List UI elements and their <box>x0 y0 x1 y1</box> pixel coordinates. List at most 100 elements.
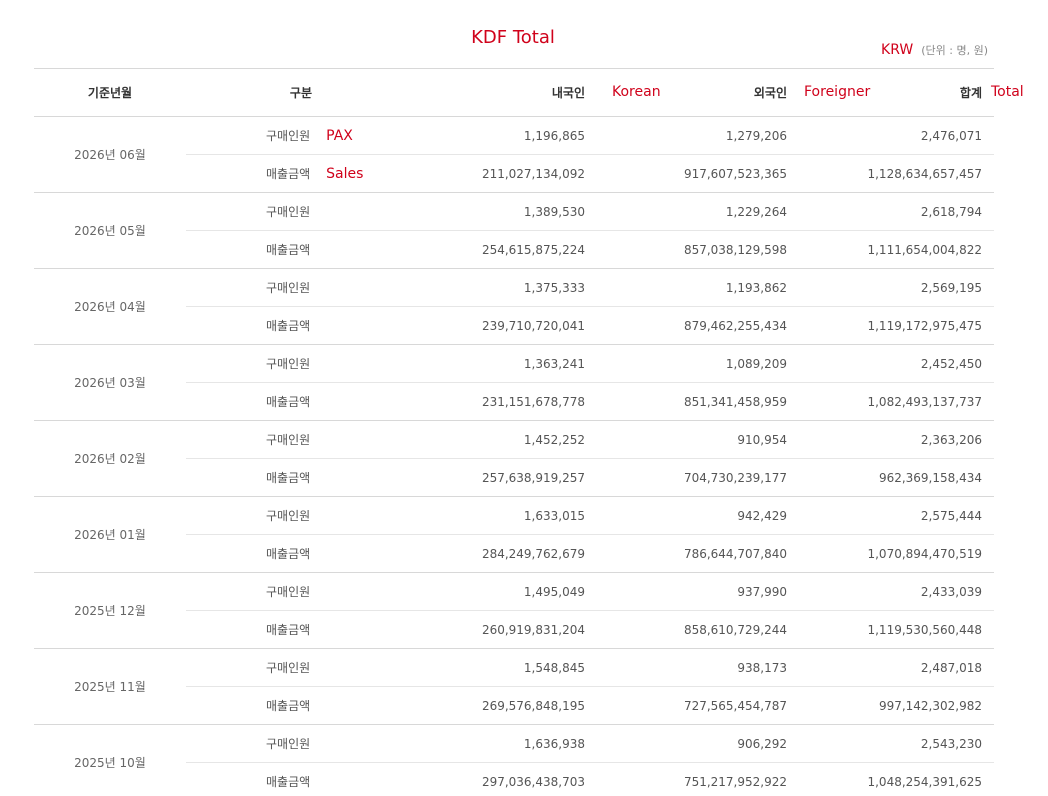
month-cell: 2026년 01월 <box>34 496 186 573</box>
total-value: 2,487,018 <box>799 648 994 687</box>
type-cell: 매출금액 <box>186 762 464 796</box>
page-title: KDF Total <box>471 27 555 48</box>
type-cell: 구매인원 <box>186 572 464 611</box>
korean-value: 1,495,049 <box>464 572 597 611</box>
total-value: 2,476,071 <box>799 116 994 155</box>
type-label-sales-en: Sales <box>326 166 364 182</box>
type-cell: 구매인원 <box>186 268 464 307</box>
total-value: 2,452,450 <box>799 344 994 383</box>
korean-value: 1,389,530 <box>464 192 597 231</box>
type-cell: 매출금액 Sales <box>186 154 464 193</box>
type-cell: 구매인원 <box>186 420 464 459</box>
table-row: 2026년 01월 구매인원 1,633,015 942,429 2,575,4… <box>34 496 994 573</box>
korean-value: 1,375,333 <box>464 268 597 307</box>
table-row: 2026년 04월 구매인원 1,375,333 1,193,862 2,569… <box>34 268 994 345</box>
type-cell: 구매인원 <box>186 648 464 687</box>
unit-note-ko: (단위 : 명, 원) <box>921 44 988 57</box>
table-header-row: 기준년월 구분 내국인 Korean 외국인 Foreigner 합계 Tota… <box>34 68 1024 117</box>
header-foreigner-en: Foreigner <box>804 84 871 100</box>
header-foreigner-label: 외국인 <box>753 86 787 100</box>
month-cell: 2026년 06월 <box>34 116 186 193</box>
header-month: 기준년월 <box>34 68 186 117</box>
korean-value: 231,151,678,778 <box>464 382 597 421</box>
korean-value: 269,576,848,195 <box>464 686 597 725</box>
foreigner-value: 1,089,209 <box>597 344 799 383</box>
month-cell: 2026년 05월 <box>34 192 186 269</box>
korean-value: 239,710,720,041 <box>464 306 597 345</box>
total-value: 1,082,493,137,737 <box>799 382 994 421</box>
total-value: 2,433,039 <box>799 572 994 611</box>
foreigner-value: 917,607,523,365 <box>597 154 799 193</box>
unit-note-en: KRW <box>881 42 914 58</box>
stats-table-wrapper: 기준년월 구분 내국인 Korean 외국인 Foreigner 합계 Tota… <box>34 68 1024 796</box>
korean-value: 1,633,015 <box>464 496 597 535</box>
table-row: 2025년 10월 구매인원 1,636,938 906,292 2,543,2… <box>34 724 994 796</box>
foreigner-value: 858,610,729,244 <box>597 610 799 649</box>
month-cell: 2025년 12월 <box>34 572 186 649</box>
korean-value: 1,636,938 <box>464 724 597 763</box>
month-cell: 2025년 11월 <box>34 648 186 725</box>
type-cell: 매출금액 <box>186 458 464 497</box>
header-type-label: 구분 <box>289 86 312 100</box>
header-type: 구분 <box>186 68 464 117</box>
header-korean-label: 내국인 <box>551 86 585 100</box>
foreigner-value: 942,429 <box>597 496 799 535</box>
unit-note: KRW (단위 : 명, 원) <box>881 39 988 58</box>
korean-value: 284,249,762,679 <box>464 534 597 573</box>
table-body: 2026년 06월 구매인원 PAX 1,196,865 1,279,206 2,… <box>34 116 994 796</box>
korean-value: 1,363,241 <box>464 344 597 383</box>
header-korean: 내국인 <box>464 68 597 117</box>
foreigner-value: 751,217,952,922 <box>597 762 799 796</box>
total-value: 1,111,654,004,822 <box>799 230 994 269</box>
header-korean-en: Korean <box>612 84 661 100</box>
stats-table: 기준년월 구분 내국인 Korean 외국인 Foreigner 합계 Tota… <box>34 68 1024 796</box>
total-value: 2,569,195 <box>799 268 994 307</box>
table-row: 2025년 11월 구매인원 1,548,845 938,173 2,487,0… <box>34 648 994 725</box>
month-cell: 2025년 10월 <box>34 724 186 796</box>
foreigner-value: 910,954 <box>597 420 799 459</box>
type-label-pax: 구매인원 <box>266 129 311 143</box>
total-value: 997,142,302,982 <box>799 686 994 725</box>
type-cell: 매출금액 <box>186 534 464 573</box>
foreigner-value: 1,193,862 <box>597 268 799 307</box>
foreigner-value: 938,173 <box>597 648 799 687</box>
foreigner-value: 906,292 <box>597 724 799 763</box>
kdf-total-page: KDF Total KRW (단위 : 명, 원) 기준년월 구분 내국인 Kor… <box>0 0 1048 796</box>
type-cell: 구매인원 <box>186 344 464 383</box>
total-value: 1,119,530,560,448 <box>799 610 994 649</box>
foreigner-value: 1,279,206 <box>597 116 799 155</box>
table-row: 2026년 03월 구매인원 1,363,241 1,089,209 2,452… <box>34 344 994 421</box>
type-cell: 매출금액 <box>186 686 464 725</box>
table-row: 2026년 06월 구매인원 PAX 1,196,865 1,279,206 2,… <box>34 116 994 193</box>
total-value: 2,575,444 <box>799 496 994 535</box>
foreigner-value: 879,462,255,434 <box>597 306 799 345</box>
table-row: 2026년 05월 구매인원 1,389,530 1,229,264 2,618… <box>34 192 994 269</box>
foreigner-value: 851,341,458,959 <box>597 382 799 421</box>
type-cell: 구매인원 PAX <box>186 116 464 155</box>
type-cell: 매출금액 <box>186 230 464 269</box>
korean-value: 297,036,438,703 <box>464 762 597 796</box>
type-cell: 구매인원 <box>186 724 464 763</box>
foreigner-value: 727,565,454,787 <box>597 686 799 725</box>
month-cell: 2026년 03월 <box>34 344 186 421</box>
type-cell: 매출금액 <box>186 610 464 649</box>
foreigner-value: 857,038,129,598 <box>597 230 799 269</box>
korean-value: 1,196,865 <box>464 116 597 155</box>
type-cell: 매출금액 <box>186 306 464 345</box>
korean-value: 1,452,252 <box>464 420 597 459</box>
type-label-sales: 매출금액 <box>266 167 311 181</box>
korean-value: 1,548,845 <box>464 648 597 687</box>
total-value: 2,618,794 <box>799 192 994 231</box>
total-value: 1,119,172,975,475 <box>799 306 994 345</box>
foreigner-value: 1,229,264 <box>597 192 799 231</box>
table-row: 2025년 12월 구매인원 1,495,049 937,990 2,433,0… <box>34 572 994 649</box>
foreigner-value: 786,644,707,840 <box>597 534 799 573</box>
korean-value: 260,919,831,204 <box>464 610 597 649</box>
total-value: 962,369,158,434 <box>799 458 994 497</box>
table-row: 2026년 02월 구매인원 1,452,252 910,954 2,363,2… <box>34 420 994 497</box>
korean-value: 211,027,134,092 <box>464 154 597 193</box>
total-value: 2,543,230 <box>799 724 994 763</box>
total-value: 1,070,894,470,519 <box>799 534 994 573</box>
header-total-en: Total <box>991 84 1024 100</box>
type-label-pax-en: PAX <box>326 128 353 144</box>
